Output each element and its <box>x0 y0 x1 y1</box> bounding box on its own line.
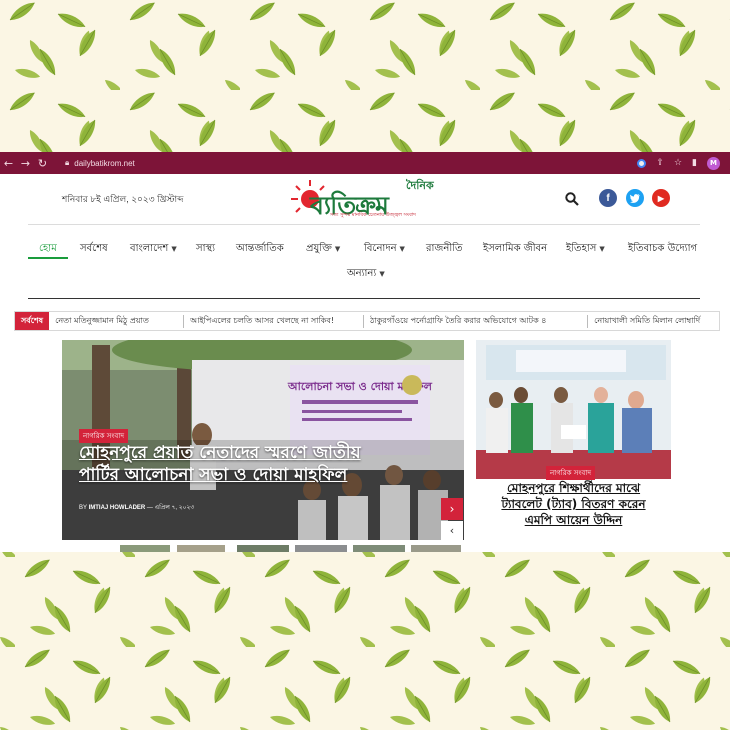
side-story-image <box>476 340 671 479</box>
nav-item-history[interactable]: ইতিহাস ▼ <box>566 241 605 258</box>
ticker-label: সর্বশেষ <box>15 312 50 330</box>
thumbnail[interactable] <box>411 545 461 552</box>
nav-item-health[interactable]: সাস্থ্য <box>196 241 215 258</box>
ticker-item[interactable]: নেতা মতিনুজ্জামান মিঠু প্রয়াত <box>49 315 183 328</box>
featured-story[interactable]: আলোচনা সভা ও দোয়া মাহফিল নাগরিক সংবাদ ম… <box>62 340 464 540</box>
nav-item-politics[interactable]: রাজনীতি <box>426 241 463 258</box>
chevron-down-icon: ▼ <box>599 245 605 253</box>
leaf-pattern-bottom <box>0 552 730 730</box>
chevron-down-icon: ▼ <box>334 245 341 253</box>
nav-item-latest[interactable]: সর্বশেষ <box>80 241 108 258</box>
leaf-pattern-top <box>0 0 730 152</box>
author-name[interactable]: IMTIAJ HOWLADER <box>89 505 146 511</box>
side-story[interactable]: নাগরিক সংবাদ মোহনপুরে শিক্ষার্থীদের মাঝে… <box>476 340 671 552</box>
slider-next-button[interactable]: › <box>441 498 463 520</box>
chevron-down-icon: ▼ <box>171 245 177 253</box>
google-lens-icon[interactable] <box>637 158 647 168</box>
facebook-icon[interactable]: f <box>599 189 617 207</box>
thumbnail[interactable] <box>120 545 170 552</box>
lock-icon: 🔒︎ <box>65 158 70 167</box>
reload-icon[interactable]: ↻ <box>34 157 51 170</box>
logo-tagline: সত্য সুন্দর মানবিক চেতনায় উজ্জ্বল সংবাদ <box>330 212 416 218</box>
nav-item-islamic-life[interactable]: ইসলামিক জীবন <box>483 241 547 258</box>
main-nav: হোম সর্বশেষ বাংলাদেশ ▼ সাস্থ্য আন্তর্জাতি… <box>0 238 730 298</box>
profile-avatar[interactable]: M <box>707 156 720 170</box>
nav-item-others[interactable]: অন্যান্য ▼ <box>347 266 385 283</box>
thumbnail[interactable] <box>237 545 289 552</box>
url-text: dailybatikrom.net <box>74 158 135 168</box>
chevron-down-icon: ▼ <box>379 270 385 278</box>
nav-item-entertainment[interactable]: বিনোদন ▼ <box>364 241 405 258</box>
featured-story-meta: BY IMTIAJ HOWLADER — এপ্রিল ৭, ২০২৩ <box>79 502 194 513</box>
current-date: শনিবার ৮ই এপ্রিল, ২০২৩ খ্রিস্টাব্দ <box>62 194 184 204</box>
forward-icon[interactable]: → <box>17 157 34 170</box>
logo-main-text: ব্যতিক্রম <box>310 191 389 220</box>
meta-separator: — <box>146 505 155 511</box>
nav-item-technology[interactable]: প্রযুক্তি ▼ <box>306 241 340 258</box>
site-logo[interactable]: দৈনিক ব্যতিক্রম সত্য সুন্দর মানবিক চেতনা… <box>288 177 463 221</box>
ticker-item[interactable]: ঠাকুরগাঁওয়ে পর্নোগ্রাফি তৈরি করার অভিযো… <box>363 314 587 328</box>
bookmark-star-icon[interactable]: ☆ <box>674 158 682 168</box>
ticker-item[interactable]: আইপিএলের চলতি আসর খেলছে না সাকিব! <box>183 314 363 328</box>
category-badge[interactable]: নাগরিক সংবাদ <box>546 466 596 480</box>
browser-window: ← → ↻ 🔒︎ dailybatikrom.net ⇪ ☆ ▮ M শনিবা… <box>0 152 730 552</box>
thumbnail[interactable] <box>353 545 405 552</box>
side-panel-icon[interactable]: ▮ <box>692 158 697 168</box>
address-bar[interactable]: 🔒︎ dailybatikrom.net <box>55 158 637 168</box>
active-nav-indicator <box>28 257 68 259</box>
thumbnail[interactable] <box>177 545 225 552</box>
browser-tools: ⇪ ☆ ▮ M <box>637 156 720 170</box>
thumbnail[interactable] <box>295 545 347 552</box>
logo-small-text: দৈনিক <box>406 179 434 192</box>
ticker-item[interactable]: নোয়াখালী সমিতি মিলান লোম্বার্দি <box>587 314 710 328</box>
category-badge[interactable]: নাগরিক সংবাদ <box>79 429 129 443</box>
nav-item-home[interactable]: হোম <box>39 241 57 258</box>
back-icon[interactable]: ← <box>0 157 17 170</box>
browser-toolbar: ← → ↻ 🔒︎ dailybatikrom.net ⇪ ☆ ▮ M <box>0 152 730 174</box>
youtube-icon[interactable]: ▶ <box>652 189 670 207</box>
author-prefix: BY <box>79 505 87 511</box>
share-icon[interactable]: ⇪ <box>656 158 664 168</box>
site-header: শনিবার ৮ই এপ্রিল, ২০২৩ খ্রিস্টাব্দ দৈনিক… <box>0 174 730 224</box>
header-divider <box>28 224 700 225</box>
slider-prev-button[interactable]: ‹ <box>441 521 463 540</box>
twitter-icon[interactable] <box>626 189 644 207</box>
thumbnail-strip <box>62 545 464 552</box>
side-story-title[interactable]: মোহনপুরে শিক্ষার্থীদের মাঝে ট্যাবলেট (ট্… <box>486 480 661 528</box>
featured-story-title[interactable]: মোহনপুরে প্রয়াত নেতাদের স্মরণে জাতীয় প… <box>79 442 369 486</box>
nav-item-bangladesh[interactable]: বাংলাদেশ ▼ <box>130 241 177 258</box>
nav-item-positive-initiative[interactable]: ইতিবাচক উদ্যোগ <box>628 241 697 258</box>
nav-item-international[interactable]: আন্তর্জাতিক <box>236 241 284 258</box>
news-ticker: সর্বশেষ নেতা মতিনুজ্জামান মিঠু প্রয়াত আ… <box>14 311 720 331</box>
publish-date: এপ্রিল ৭, ২০২৩ <box>154 505 195 511</box>
search-icon[interactable] <box>565 191 579 210</box>
chevron-down-icon: ▼ <box>399 245 405 253</box>
nav-divider <box>28 298 700 299</box>
